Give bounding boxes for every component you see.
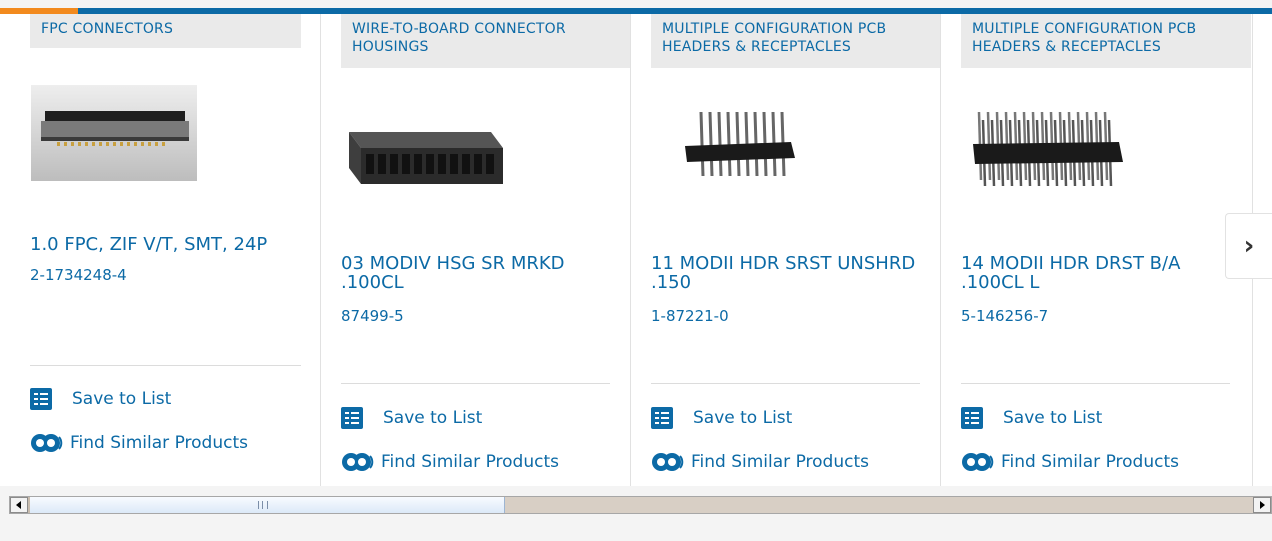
save-to-list-label: Save to List bbox=[1003, 408, 1103, 428]
part-number-link[interactable]: 5-146256-7 bbox=[961, 307, 1048, 325]
find-similar-icon bbox=[31, 434, 63, 452]
pcb-header-single-row-image[interactable] bbox=[671, 106, 801, 188]
carousel-next-button[interactable]: › bbox=[1225, 213, 1272, 279]
product-category[interactable]: MULTIPLE CONFIGURATION PCB HEADERS & REC… bbox=[961, 14, 1251, 68]
part-number-link[interactable]: 2-1734248-4 bbox=[30, 266, 127, 284]
find-similar-label: Find Similar Products bbox=[70, 433, 248, 453]
scroll-right-arrow-icon[interactable] bbox=[1253, 497, 1271, 513]
find-similar-label: Find Similar Products bbox=[381, 452, 559, 472]
part-number-link[interactable]: 1-87221-0 bbox=[651, 307, 729, 325]
find-similar-button[interactable]: Find Similar Products bbox=[30, 431, 248, 455]
product-card: MULTIPLE CONFIGURATION PCB HEADERS & REC… bbox=[961, 14, 1251, 486]
part-number-link[interactable]: 87499-5 bbox=[341, 307, 404, 325]
horizontal-scrollbar[interactable] bbox=[9, 496, 1272, 514]
scroll-left-arrow-icon[interactable] bbox=[10, 497, 28, 513]
save-to-list-label: Save to List bbox=[72, 389, 172, 409]
find-similar-button[interactable]: Find Similar Products bbox=[341, 450, 559, 474]
divider bbox=[341, 383, 610, 384]
save-to-list-label: Save to List bbox=[383, 408, 483, 428]
product-carousel: FPC CONNECTORS 1.0 FPC, ZIF V/T, SMT, 24… bbox=[0, 14, 1272, 486]
pcb-header-dual-row-image[interactable] bbox=[969, 104, 1127, 192]
save-to-list-label: Save to List bbox=[693, 408, 793, 428]
divider bbox=[961, 383, 1230, 384]
product-category[interactable]: WIRE-TO-BOARD CONNECTOR HOUSINGS bbox=[341, 14, 631, 68]
divider bbox=[30, 365, 301, 366]
product-card: MULTIPLE CONFIGURATION PCB HEADERS & REC… bbox=[651, 14, 941, 486]
product-category[interactable]: MULTIPLE CONFIGURATION PCB HEADERS & REC… bbox=[651, 14, 941, 68]
product-card: FPC CONNECTORS 1.0 FPC, ZIF V/T, SMT, 24… bbox=[30, 14, 301, 486]
product-category[interactable]: FPC CONNECTORS bbox=[30, 14, 301, 48]
grip-icon bbox=[258, 501, 268, 509]
product-card: WIRE-TO-BOARD CONNECTOR HOUSINGS 03 MODI… bbox=[341, 14, 631, 486]
find-similar-button[interactable]: Find Similar Products bbox=[961, 450, 1179, 474]
fpc-connector-image[interactable] bbox=[31, 85, 197, 181]
checklist-icon bbox=[341, 407, 363, 429]
save-to-list-button[interactable]: Save to List bbox=[961, 407, 1102, 429]
find-similar-label: Find Similar Products bbox=[691, 452, 869, 472]
product-name-link[interactable]: 11 MODII HDR SRST UNSHRD .150 bbox=[651, 254, 926, 292]
chevron-right-icon: › bbox=[1243, 231, 1255, 261]
find-similar-icon bbox=[652, 453, 684, 471]
divider bbox=[651, 383, 920, 384]
card-separator bbox=[940, 14, 941, 486]
find-similar-label: Find Similar Products bbox=[1001, 452, 1179, 472]
save-to-list-button[interactable]: Save to List bbox=[341, 407, 482, 429]
find-similar-button[interactable]: Find Similar Products bbox=[651, 450, 869, 474]
product-name-link[interactable]: 14 MODII HDR DRST B/A .100CL L bbox=[961, 254, 1236, 292]
card-separator bbox=[630, 14, 631, 486]
checklist-icon bbox=[30, 388, 52, 410]
checklist-icon bbox=[961, 407, 983, 429]
find-similar-icon bbox=[342, 453, 374, 471]
scroll-thumb[interactable] bbox=[30, 497, 505, 513]
checklist-icon bbox=[651, 407, 673, 429]
save-to-list-button[interactable]: Save to List bbox=[651, 407, 792, 429]
card-separator bbox=[320, 14, 321, 486]
connector-housing-image[interactable] bbox=[341, 104, 511, 200]
find-similar-icon bbox=[962, 453, 994, 471]
product-name-link[interactable]: 1.0 FPC, ZIF V/T, SMT, 24P bbox=[30, 235, 305, 254]
product-name-link[interactable]: 03 MODIV HSG SR MRKD .100CL bbox=[341, 254, 616, 292]
save-to-list-button[interactable]: Save to List bbox=[30, 388, 171, 410]
